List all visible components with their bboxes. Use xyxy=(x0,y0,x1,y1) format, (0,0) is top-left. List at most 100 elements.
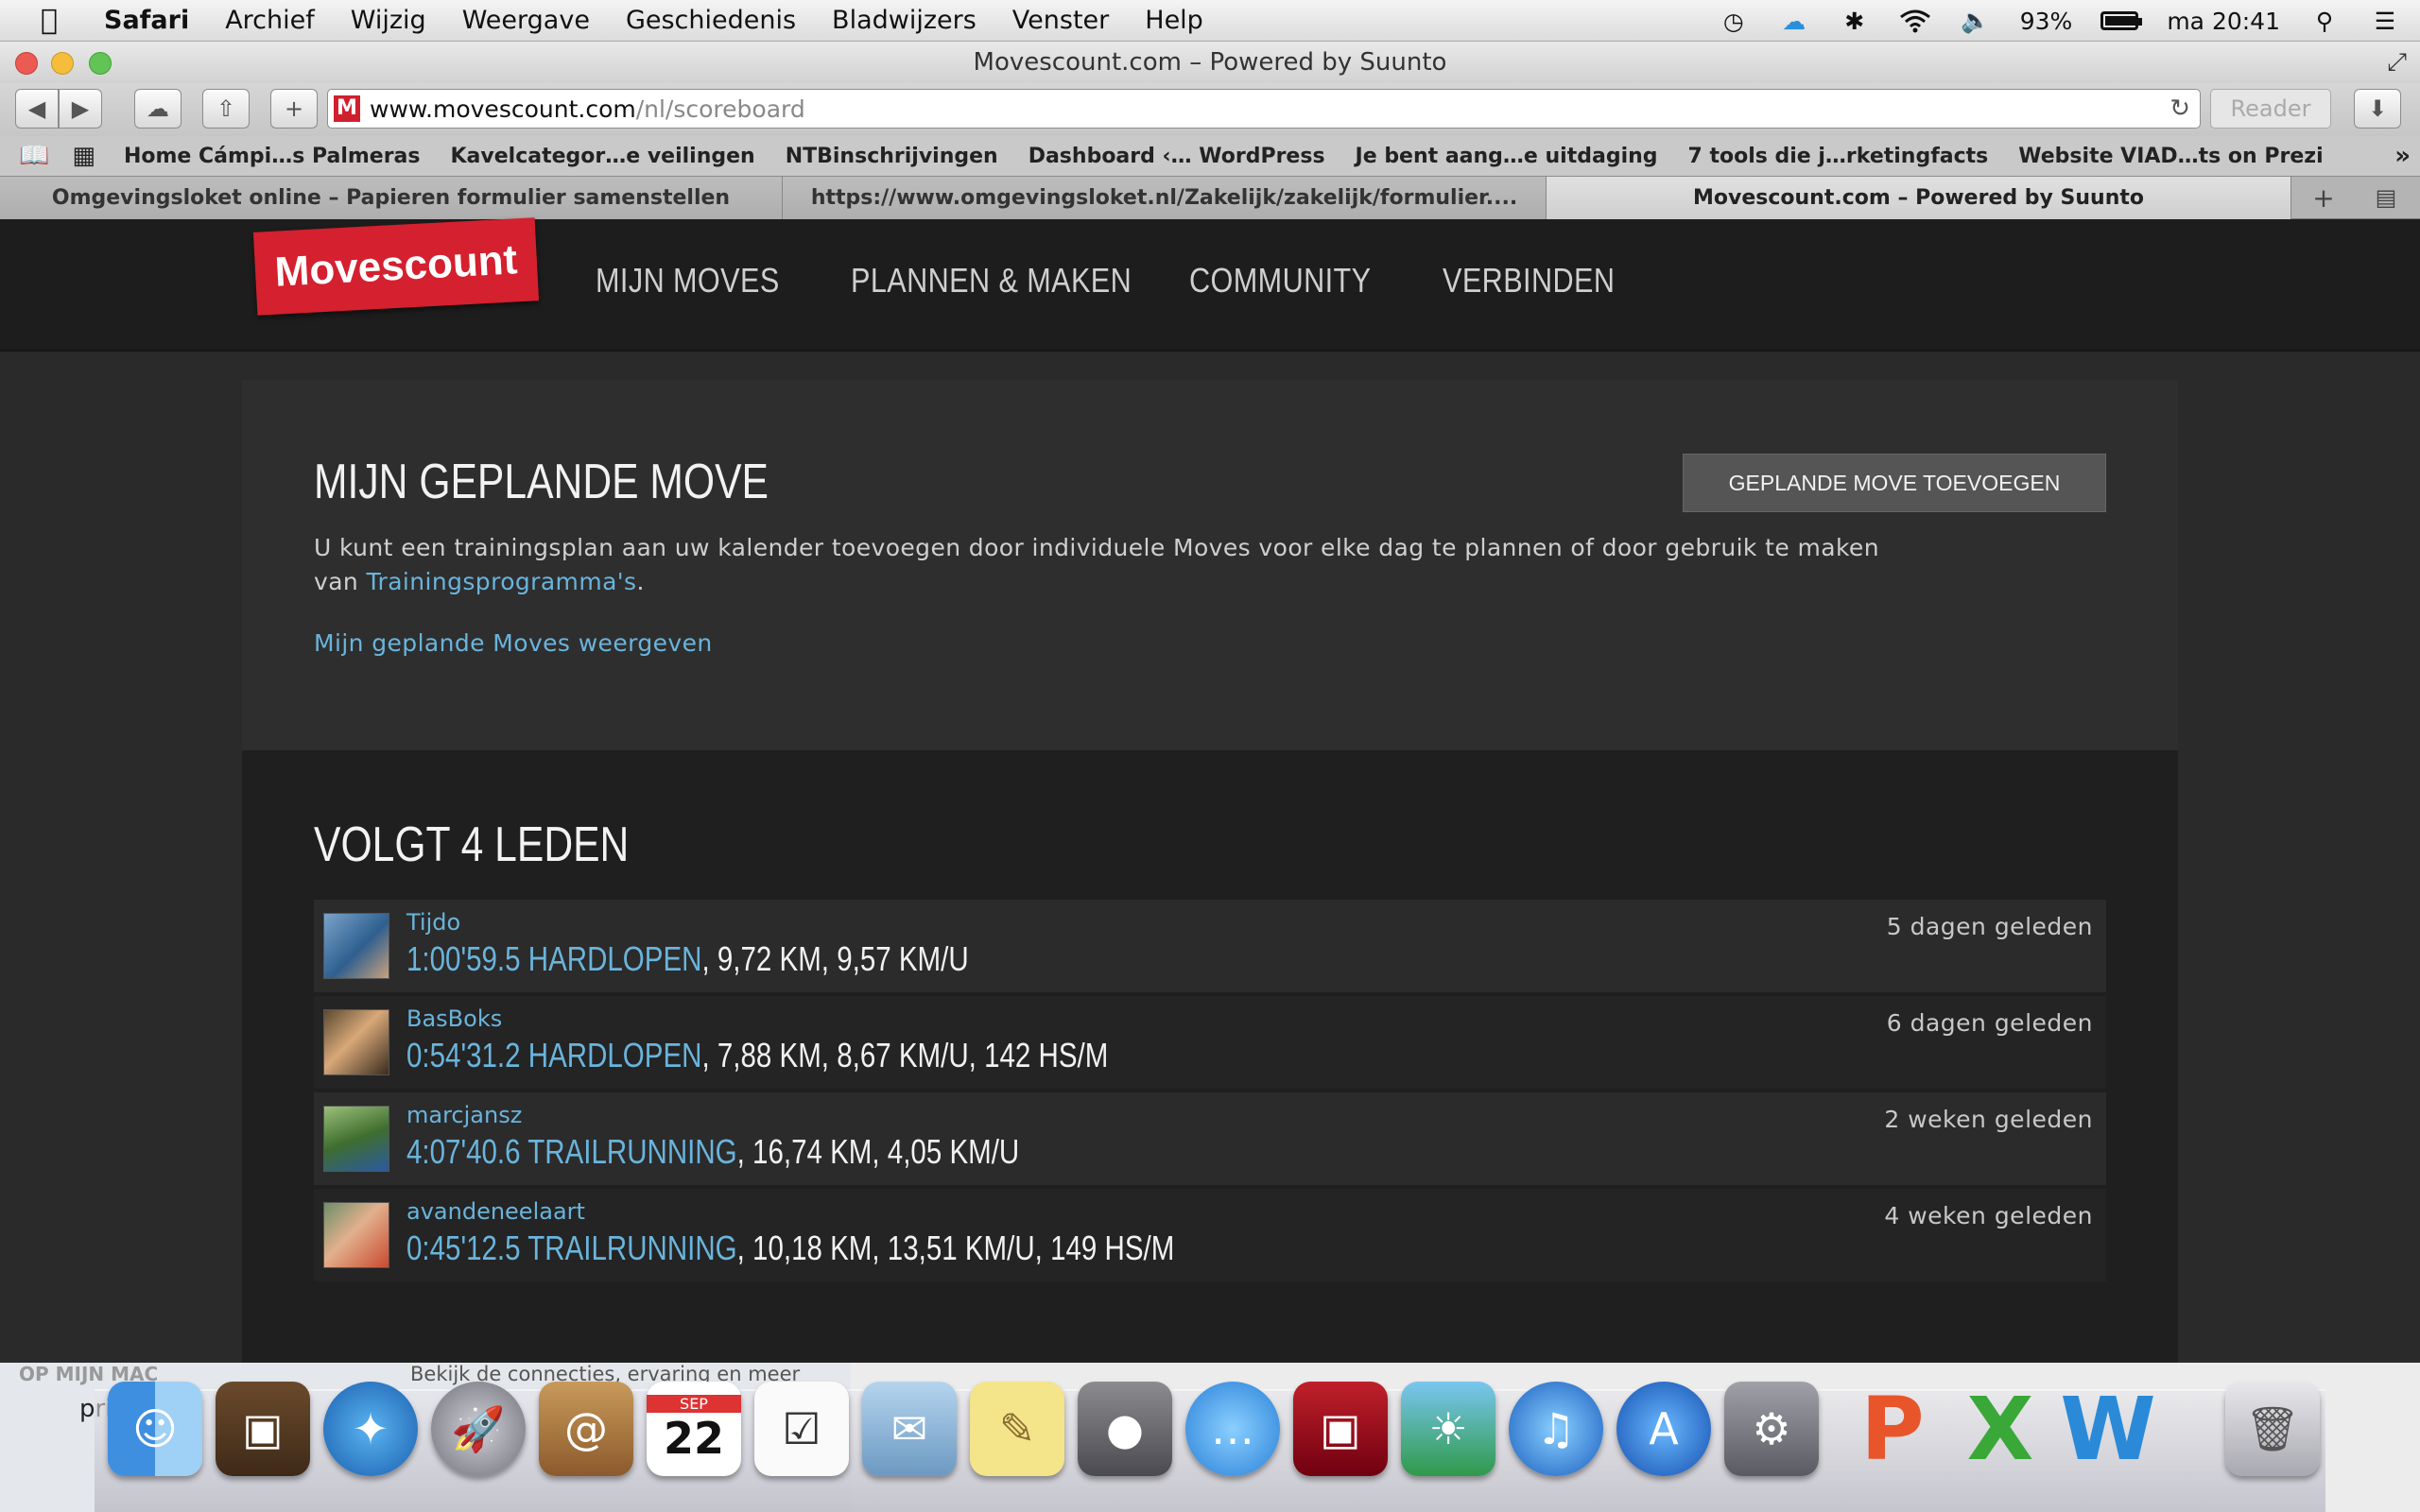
notes-icon[interactable]: ✎ xyxy=(970,1382,1064,1476)
notification-center-icon[interactable]: ☰ xyxy=(2369,7,2401,35)
bookmark-item[interactable]: Home Cámpi…s Palmeras xyxy=(124,145,421,168)
avatar[interactable] xyxy=(323,913,389,979)
apple-menu-icon[interactable]:  xyxy=(21,4,78,37)
volume-icon[interactable]: 🔈 xyxy=(1960,7,1992,35)
nav-plannen-maken[interactable]: PLANNEN & MAKEN xyxy=(851,257,1132,304)
bluetooth-icon[interactable]: ✱ xyxy=(1839,7,1871,35)
bookmarks-bar: 📖 ▦ Home Cámpi…s Palmeras Kavelcategor…e… xyxy=(0,136,2420,176)
menu-bladwijzers[interactable]: Bladwijzers xyxy=(832,6,977,35)
contacts-icon[interactable]: @ xyxy=(539,1382,633,1476)
tab-overview-icon[interactable]: ▤ xyxy=(2360,177,2412,219)
tab-omgevingsloket[interactable]: Omgevingsloket online – Papieren formuli… xyxy=(0,177,783,219)
move-stats: , 16,74 KM, 4,05 KM/U xyxy=(736,1132,1020,1171)
share-button[interactable]: ⇧ xyxy=(202,89,250,129)
move-link[interactable]: 4:07'40.6 TRAILRUNNING xyxy=(406,1132,737,1171)
move-link[interactable]: 1:00'59.5 HARDLOPEN xyxy=(406,939,701,978)
bookmark-item[interactable]: NTBinschrijvingen xyxy=(786,145,998,168)
appstore-icon[interactable]: A xyxy=(1616,1382,1711,1476)
tab-movescount[interactable]: Movescount.com – Powered by Suunto xyxy=(1547,177,2291,219)
avatar[interactable] xyxy=(323,1106,389,1172)
menu-venster[interactable]: Venster xyxy=(1012,6,1109,35)
battery-percent[interactable]: 93% xyxy=(2020,8,2073,35)
icloud-tabs-button[interactable]: ☁ xyxy=(134,89,182,129)
menu-app-safari[interactable]: Safari xyxy=(104,6,189,35)
tab-omgevingsloket-formulier[interactable]: https://www.omgevingsloket.nl/Zakelijk/z… xyxy=(783,177,1547,219)
reader-button[interactable]: Reader xyxy=(2210,89,2331,129)
nav-mijn-moves[interactable]: MIJN MOVES xyxy=(596,257,780,304)
feed-row[interactable]: Tijdo 5 dagen geleden 1:00'59.5 HARDLOPE… xyxy=(314,900,2106,992)
launchpad-icon[interactable]: 🚀 xyxy=(431,1382,526,1476)
bookmark-item[interactable]: Je bent aang…e uitdaging xyxy=(1356,145,1658,168)
spotlight-icon[interactable]: ⚲ xyxy=(2308,7,2341,35)
excel-icon[interactable]: X xyxy=(1953,1379,2048,1480)
fullscreen-icon[interactable]: ⤢ xyxy=(2387,42,2407,83)
minimize-window-button[interactable] xyxy=(51,52,74,75)
mail-icon[interactable]: ✉ xyxy=(862,1382,957,1476)
wifi-icon[interactable] xyxy=(1899,7,1931,35)
feed-row[interactable]: BasBoks 6 dagen geleden 0:54'31.2 HARDLO… xyxy=(314,996,2106,1089)
menu-help[interactable]: Help xyxy=(1145,6,1203,35)
iphoto-icon[interactable]: ▣ xyxy=(216,1382,310,1476)
menu-archief[interactable]: Archief xyxy=(225,6,315,35)
feed-row[interactable]: avandeneelaart 4 weken geleden 0:45'12.5… xyxy=(314,1189,2106,1281)
move-time-ago: 6 dagen geleden xyxy=(1886,1009,2093,1037)
cloud-sync-icon[interactable]: ☁ xyxy=(1778,7,1810,35)
nav-community[interactable]: COMMUNITY xyxy=(1189,257,1372,304)
forward-button[interactable]: ▶ xyxy=(59,89,102,129)
downloads-button[interactable]: ⬇ xyxy=(2354,89,2401,129)
close-window-button[interactable] xyxy=(15,52,38,75)
more-bookmarks-icon[interactable]: » xyxy=(2394,142,2411,170)
address-bar[interactable]: M www.movescount.com/nl/scoreboard ↻ xyxy=(327,89,2201,129)
nav-verbinden[interactable]: VERBINDEN xyxy=(1443,257,1615,304)
menu-weergave[interactable]: Weergave xyxy=(462,6,590,35)
move-link[interactable]: 0:54'31.2 HARDLOPEN xyxy=(406,1036,701,1074)
battery-icon[interactable] xyxy=(2100,11,2143,30)
training-programs-link[interactable]: Trainingsprogramma's xyxy=(367,568,637,595)
menu-geschiedenis[interactable]: Geschiedenis xyxy=(626,6,796,35)
trash-icon[interactable]: 🗑 xyxy=(2225,1382,2320,1476)
itunes-icon[interactable]: ♫ xyxy=(1509,1382,1603,1476)
bookmark-item[interactable]: Website VIAD…ts on Prezi xyxy=(2018,145,2323,168)
member-name[interactable]: avandeneelaart xyxy=(406,1198,585,1225)
show-planned-moves-link[interactable]: Mijn geplande Moves weergeven xyxy=(314,629,713,657)
move-summary: 4:07'40.6 TRAILRUNNING, 16,74 KM, 4,05 K… xyxy=(406,1132,1019,1172)
avatar[interactable] xyxy=(323,1009,389,1075)
top-sites-icon[interactable]: ▦ xyxy=(72,142,95,170)
reading-list-icon[interactable]: 📖 xyxy=(19,142,49,170)
bookmark-item[interactable]: Kavelcategor…e veilingen xyxy=(451,145,755,168)
avatar[interactable] xyxy=(323,1202,389,1268)
member-name[interactable]: Tijdo xyxy=(406,909,460,936)
photobooth-icon[interactable]: ▣ xyxy=(1293,1382,1388,1476)
safari-icon[interactable]: ✦ xyxy=(323,1382,418,1476)
scoreboard-content: MIJN GEPLANDE MOVE GEPLANDE MOVE TOEVOEG… xyxy=(242,380,2178,1363)
reload-icon[interactable]: ↻ xyxy=(2169,94,2190,123)
menu-wijzig[interactable]: Wijzig xyxy=(351,6,426,35)
new-tab-plus-button[interactable]: + xyxy=(270,89,318,129)
zoom-window-button[interactable] xyxy=(89,52,112,75)
move-link[interactable]: 0:45'12.5 TRAILRUNNING xyxy=(406,1228,737,1267)
feed-row[interactable]: marcjansz 2 weken geleden 4:07'40.6 TRAI… xyxy=(314,1092,2106,1185)
add-planned-move-button[interactable]: GEPLANDE MOVE TOEVOEGEN xyxy=(1683,454,2106,512)
timemachine-icon[interactable]: ◷ xyxy=(1718,7,1750,35)
bookmark-item[interactable]: 7 tools die j…rketingfacts xyxy=(1688,145,1989,168)
messages-icon[interactable]: … xyxy=(1185,1382,1280,1476)
finder-icon[interactable]: ☺ xyxy=(108,1382,202,1476)
tab-bar: Omgevingsloket online – Papieren formuli… xyxy=(0,176,2420,219)
planned-move-panel: MIJN GEPLANDE MOVE GEPLANDE MOVE TOEVOEG… xyxy=(242,380,2178,750)
word-icon[interactable]: W xyxy=(2060,1379,2155,1480)
bookmark-item[interactable]: Dashboard ‹… WordPress xyxy=(1028,145,1325,168)
clock[interactable]: ma 20:41 xyxy=(2167,8,2280,35)
facetime-icon[interactable]: ● xyxy=(1078,1382,1172,1476)
reminders-icon[interactable]: ☑ xyxy=(754,1382,849,1476)
member-name[interactable]: BasBoks xyxy=(406,1005,502,1032)
url-path: /nl/scoreboard xyxy=(635,94,805,123)
preview-icon[interactable]: ☀ xyxy=(1401,1382,1495,1476)
movescount-logo[interactable]: Movescount xyxy=(252,217,540,316)
back-button[interactable]: ◀ xyxy=(15,89,59,129)
planned-intro: U kunt een trainingsplan aan uw kalender… xyxy=(314,531,1921,599)
system-preferences-icon[interactable]: ⚙ xyxy=(1724,1382,1819,1476)
new-tab-button[interactable]: + xyxy=(2297,177,2350,219)
calendar-icon[interactable]: SEP 22 xyxy=(647,1382,741,1476)
powerpoint-icon[interactable]: P xyxy=(1845,1379,1940,1480)
member-name[interactable]: marcjansz xyxy=(406,1102,522,1128)
